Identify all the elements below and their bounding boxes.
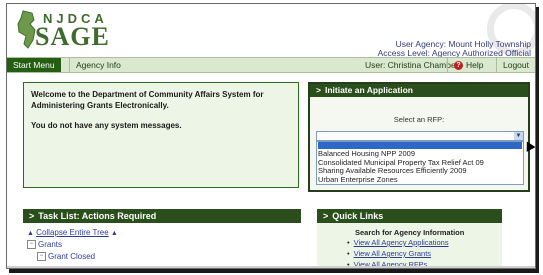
logout-button[interactable]: Logout bbox=[496, 58, 535, 72]
initiate-title: Initiate an Application bbox=[324, 85, 413, 95]
header: NJDCA SAGE User Agency: Mount Holly Town… bbox=[7, 4, 535, 58]
rfp-select[interactable]: ▼ bbox=[316, 131, 524, 141]
rfp-dropdown-list: Balanced Housing NPP 2009 Consolidated M… bbox=[316, 141, 524, 186]
rfp-option-highlight[interactable] bbox=[318, 142, 522, 149]
initiate-header: > Initiate an Application bbox=[310, 84, 528, 97]
chevron-right-icon: > bbox=[323, 211, 329, 221]
collapse-tree-link[interactable]: ▲ Collapse Entire Tree ▲ bbox=[27, 228, 118, 237]
start-menu-tab[interactable]: Start Menu bbox=[7, 58, 61, 72]
help-label: Help bbox=[466, 60, 484, 70]
chevron-right-icon: > bbox=[316, 85, 321, 95]
rfp-select-label: Select an RFP: bbox=[393, 115, 445, 124]
chevron-right-icon: > bbox=[29, 211, 35, 221]
welcome-panel: Welcome to the Department of Community A… bbox=[23, 82, 299, 188]
view-grants-link[interactable]: View All Agency Grants bbox=[347, 249, 431, 258]
tree-node-label: Grants bbox=[38, 240, 63, 249]
quick-links-search-label: Search for Agency Information bbox=[355, 228, 465, 237]
nav-bar: Start Menu Agency Info User: Christina C… bbox=[7, 57, 535, 73]
help-icon: ? bbox=[454, 61, 463, 71]
rfp-option[interactable]: Urban Enterprise Zones bbox=[318, 175, 522, 185]
triangle-up-icon: ▲ bbox=[110, 230, 118, 237]
view-applications-link[interactable]: View All Agency Applications bbox=[347, 238, 449, 247]
agency-info-tab[interactable]: Agency Info bbox=[69, 58, 127, 72]
help-button[interactable]: ? Help bbox=[447, 58, 489, 72]
collapse-toggle-icon[interactable]: − bbox=[37, 252, 46, 262]
mouse-cursor-icon bbox=[522, 139, 535, 152]
app-window: NJDCA SAGE User Agency: Mount Holly Town… bbox=[6, 3, 536, 269]
welcome-title: Welcome to the Department of Community A… bbox=[31, 90, 264, 110]
triangle-up-icon: ▲ bbox=[27, 230, 34, 237]
tree-node-grant-closed[interactable]: − Grant Closed bbox=[37, 252, 96, 262]
task-list-header: > Task List: Actions Required bbox=[23, 209, 301, 223]
quick-links-header: > Quick Links bbox=[317, 209, 502, 223]
logo-sage-text: SAGE bbox=[35, 22, 110, 51]
tree-node-label: Grant Closed bbox=[48, 252, 96, 261]
system-messages-text: You do not have any system messages. bbox=[31, 121, 182, 130]
collapse-tree-label: Collapse Entire Tree bbox=[36, 228, 109, 237]
tree-node-grants[interactable]: − Grants bbox=[27, 240, 63, 250]
task-list-title: Task List: Actions Required bbox=[38, 211, 157, 221]
quick-links-panel: Search for Agency Information View All A… bbox=[317, 223, 502, 268]
quick-links-title: Quick Links bbox=[332, 211, 384, 221]
divider bbox=[7, 266, 535, 268]
chevron-down-icon[interactable]: ▼ bbox=[514, 132, 523, 140]
nj-map-icon bbox=[17, 10, 36, 49]
collapse-toggle-icon[interactable]: − bbox=[27, 240, 36, 250]
initiate-application-panel: > Initiate an Application Select an RFP: … bbox=[308, 82, 535, 192]
